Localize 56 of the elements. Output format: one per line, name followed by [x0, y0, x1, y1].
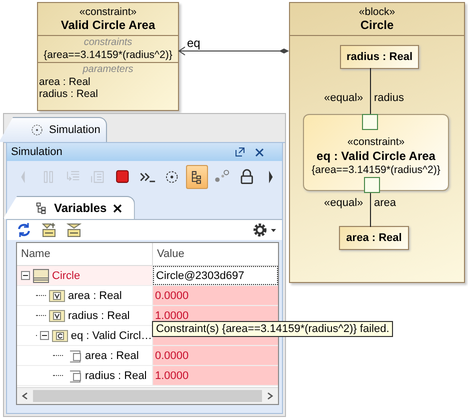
- variable-name[interactable]: area : Real: [85, 350, 139, 362]
- variable-name[interactable]: Circle: [52, 270, 80, 282]
- variable-name[interactable]: radius : Real: [85, 370, 147, 382]
- value-cell: Circle@2303d697: [153, 266, 278, 285]
- connector-label: eq: [187, 36, 200, 50]
- view-title: Simulation: [11, 146, 62, 158]
- variable-name[interactable]: area : Real: [68, 290, 122, 302]
- port: [364, 177, 380, 193]
- block-icon: [33, 268, 49, 282]
- add-watch-icon[interactable]: [41, 222, 57, 238]
- settings-icon[interactable]: [252, 222, 278, 238]
- compartment-heading: parameters: [82, 64, 134, 76]
- tree-icon: [34, 201, 48, 215]
- property-name: eq : Valid Circle Area: [316, 148, 436, 162]
- column-header[interactable]: Name: [17, 243, 153, 265]
- variable-name[interactable]: radius : Real: [68, 310, 130, 322]
- stereotype-label: «constraint»: [347, 134, 405, 148]
- stereotype-label: «constraint»: [79, 6, 137, 18]
- variables-tab[interactable]: Variables: [3, 196, 135, 219]
- binding-label: area: [374, 197, 396, 209]
- collapse-icon[interactable]: [21, 271, 30, 280]
- constraint-text: {area==3.14159*(radius^2)}: [312, 162, 440, 176]
- stereotype-label: «block»: [358, 6, 396, 18]
- collapse-icon[interactable]: [40, 331, 49, 340]
- column-header[interactable]: Value: [153, 243, 278, 265]
- port: [362, 114, 378, 130]
- binding-label: radius: [374, 92, 404, 104]
- block-name: Circle: [360, 18, 394, 32]
- part-box: radius : Real: [340, 45, 419, 69]
- remove-watch-icon[interactable]: [66, 222, 82, 238]
- scroll-right-icon[interactable]: [266, 392, 274, 400]
- dotted-circle-icon: [30, 123, 44, 137]
- constraint-text: {area==3.14159*(radius^2)}: [44, 49, 172, 61]
- parameter-text: radius : Real: [39, 88, 98, 100]
- tree-icon[interactable]: [186, 165, 208, 189]
- refresh-icon[interactable]: [16, 222, 32, 238]
- value-cell: 1.0000: [153, 366, 278, 385]
- close-icon[interactable]: [255, 148, 264, 156]
- value-cell: 0.0000: [153, 346, 278, 365]
- value-icon: [49, 288, 65, 302]
- value-icon: [49, 308, 65, 322]
- binding-stereotype: «equal»: [324, 92, 364, 104]
- binding-stereotype: «equal»: [324, 197, 364, 209]
- horizontal-scrollbar[interactable]: [17, 387, 278, 404]
- close-icon[interactable]: [112, 204, 122, 212]
- compartment-heading: constraints: [84, 37, 132, 49]
- value-cell: 0.0000: [153, 286, 278, 305]
- tooltip: Constraint(s) {area==3.14159*(radius^2)} failed.: [152, 321, 394, 337]
- block-name: Valid Circle Area: [60, 18, 156, 32]
- constraint-icon: [52, 328, 68, 342]
- part-box: area : Real: [339, 226, 409, 250]
- parameter-text: area : Real: [39, 76, 90, 88]
- variable-name[interactable]: eq : Valid Circl…: [70, 330, 152, 342]
- restore-icon[interactable]: [235, 147, 245, 157]
- scroll-left-icon[interactable]: [21, 392, 29, 400]
- simulation-tab[interactable]: Simulation: [0, 117, 108, 142]
